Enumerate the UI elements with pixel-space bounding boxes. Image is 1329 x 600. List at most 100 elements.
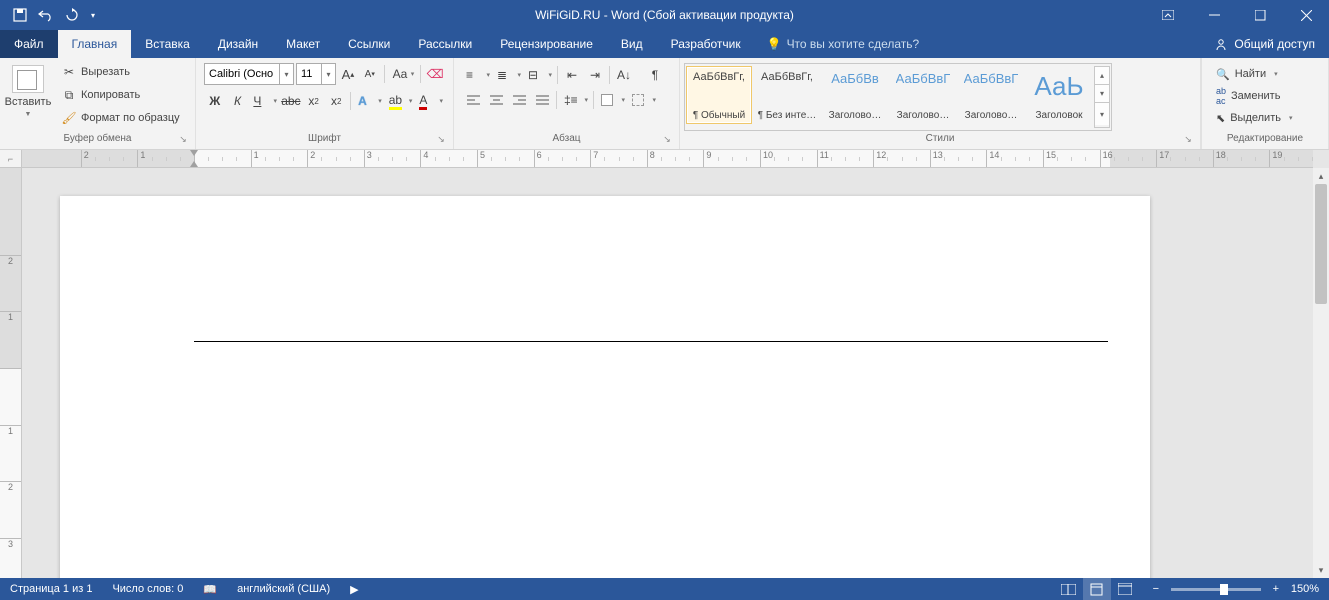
decrease-indent-button[interactable]: ⇤ [561,64,583,86]
undo-icon[interactable] [34,3,58,27]
align-right-button[interactable] [508,89,530,111]
clear-formatting-button[interactable]: ⌫ [425,63,445,85]
find-button[interactable]: 🔍Найти▾ [1210,63,1320,85]
maximize-button[interactable] [1237,0,1283,30]
close-button[interactable] [1283,0,1329,30]
status-language[interactable]: английский (США) [227,578,340,600]
tab-view[interactable]: Вид [607,30,657,58]
line-spacing-button[interactable]: ‡≡▾ [560,89,590,111]
ribbon-display-options-icon[interactable] [1145,0,1191,30]
styles-scroll-up-icon[interactable]: ▴ [1095,67,1109,85]
font-color-button[interactable]: A▾ [415,90,445,112]
tab-layout[interactable]: Макет [272,30,334,58]
ruler-corner[interactable]: ⌐ [0,150,22,168]
bullets-button[interactable]: ≡▾ [462,64,492,86]
zoom-in-button[interactable]: + [1269,583,1283,595]
horizontal-ruler[interactable]: 2112345678910111213141516171819 [22,150,1313,168]
zoom-out-button[interactable]: − [1149,583,1163,595]
show-marks-button[interactable]: ¶ [644,64,666,86]
share-button[interactable]: Общий доступ [1201,30,1329,58]
bold-button[interactable]: Ж [204,90,226,112]
tab-developer[interactable]: Разработчик [657,30,755,58]
replace-button[interactable]: abacЗаменить [1210,85,1320,107]
status-proofing[interactable]: 📖 [193,578,227,600]
tab-references[interactable]: Ссылки [334,30,404,58]
zoom-level[interactable]: 150% [1291,583,1319,595]
tab-mailings[interactable]: Рассылки [404,30,486,58]
status-page[interactable]: Страница 1 из 1 [0,578,102,600]
scroll-thumb[interactable] [1315,184,1327,304]
select-button[interactable]: ⬉Выделить▾ [1210,107,1320,129]
strikethrough-button[interactable]: abc [280,90,302,112]
status-word-count[interactable]: Число слов: 0 [102,578,193,600]
highlight-button[interactable]: ab▾ [385,90,415,112]
group-styles: АаБбВвГг,¶ Обычный АаБбВвГг,¶ Без инте… … [680,58,1201,149]
grow-font-button[interactable]: A▴ [338,63,358,85]
align-center-button[interactable] [485,89,507,111]
increase-indent-button[interactable]: ⇥ [584,64,606,86]
horizontal-line-shape[interactable] [194,341,1108,342]
vertical-ruler[interactable]: 21123 [0,168,22,578]
clipboard-launcher-icon[interactable]: ↘ [177,134,189,146]
font-launcher-icon[interactable]: ↘ [435,134,447,146]
chevron-down-icon[interactable]: ▾ [322,63,336,85]
copy-button[interactable]: ⧉Копировать [56,84,186,106]
styles-expand-icon[interactable]: ▾ [1095,103,1109,125]
format-painter-button[interactable]: 🖌Формат по образцу [56,107,186,129]
change-case-button[interactable]: Aa▾ [389,63,417,85]
paste-button[interactable]: Вставить ▼ [4,61,52,131]
scroll-track[interactable] [1313,184,1329,562]
page[interactable] [60,196,1150,578]
vertical-scrollbar[interactable]: ▴ ▾ [1313,168,1329,578]
align-left-button[interactable] [462,89,484,111]
style-title[interactable]: АаЬЗаголовок [1026,66,1092,124]
tell-me-search[interactable]: 💡 Что вы хотите сделать? [755,30,932,58]
borders-button[interactable]: ▾ [628,89,658,111]
zoom-controls: − + 150% [1139,583,1329,595]
subscript-button[interactable]: x2 [303,90,325,112]
shrink-font-button[interactable]: A▾ [360,63,380,85]
text-effects-button[interactable]: A▾ [354,90,384,112]
status-macro[interactable]: ▶ [340,578,368,600]
font-name-combo[interactable]: ▾ [204,63,294,85]
group-paragraph: ≡▾ ≣▾ ⊟▾ ⇤ ⇥ A↓ ¶ ‡≡▾ ▾ ▾ [454,58,680,149]
scroll-up-icon[interactable]: ▴ [1313,168,1329,184]
zoom-slider[interactable] [1171,588,1261,591]
style-heading1[interactable]: АаБбВвЗаголово… [822,66,888,124]
zoom-knob[interactable] [1220,584,1228,595]
style-heading3[interactable]: АаБбВвГЗаголово… [958,66,1024,124]
tab-review[interactable]: Рецензирование [486,30,607,58]
document-scrollpane[interactable] [22,168,1313,578]
sort-button[interactable]: A↓ [613,64,643,86]
style-no-spacing[interactable]: АаБбВвГг,¶ Без инте… [754,66,820,124]
superscript-button[interactable]: x2 [325,90,347,112]
underline-button[interactable]: Ч▾ [249,90,279,112]
read-mode-button[interactable] [1055,578,1083,600]
tab-file[interactable]: Файл [0,30,58,58]
web-layout-button[interactable] [1111,578,1139,600]
font-name-input[interactable] [204,63,280,85]
cut-button[interactable]: ✂Вырезать [56,61,186,83]
numbering-button[interactable]: ≣▾ [493,64,523,86]
scroll-down-icon[interactable]: ▾ [1313,562,1329,578]
paragraph-launcher-icon[interactable]: ↘ [661,134,673,146]
qat-customize-icon[interactable]: ▾ [86,3,100,27]
print-layout-button[interactable] [1083,578,1111,600]
tab-insert[interactable]: Вставка [131,30,204,58]
italic-button[interactable]: К [227,90,249,112]
style-heading2[interactable]: АаБбВвГЗаголово… [890,66,956,124]
tab-design[interactable]: Дизайн [204,30,272,58]
tab-home[interactable]: Главная [58,30,132,58]
styles-launcher-icon[interactable]: ↘ [1182,134,1194,146]
chevron-down-icon[interactable]: ▾ [280,63,294,85]
redo-icon[interactable] [60,3,84,27]
styles-scroll-down-icon[interactable]: ▾ [1095,85,1109,103]
save-icon[interactable] [8,3,32,27]
font-size-input[interactable] [296,63,322,85]
style-normal[interactable]: АаБбВвГг,¶ Обычный [686,66,752,124]
justify-button[interactable] [531,89,553,111]
shading-button[interactable]: ▾ [597,89,627,111]
font-size-combo[interactable]: ▾ [296,63,336,85]
multilevel-list-button[interactable]: ⊟▾ [524,64,554,86]
minimize-button[interactable] [1191,0,1237,30]
